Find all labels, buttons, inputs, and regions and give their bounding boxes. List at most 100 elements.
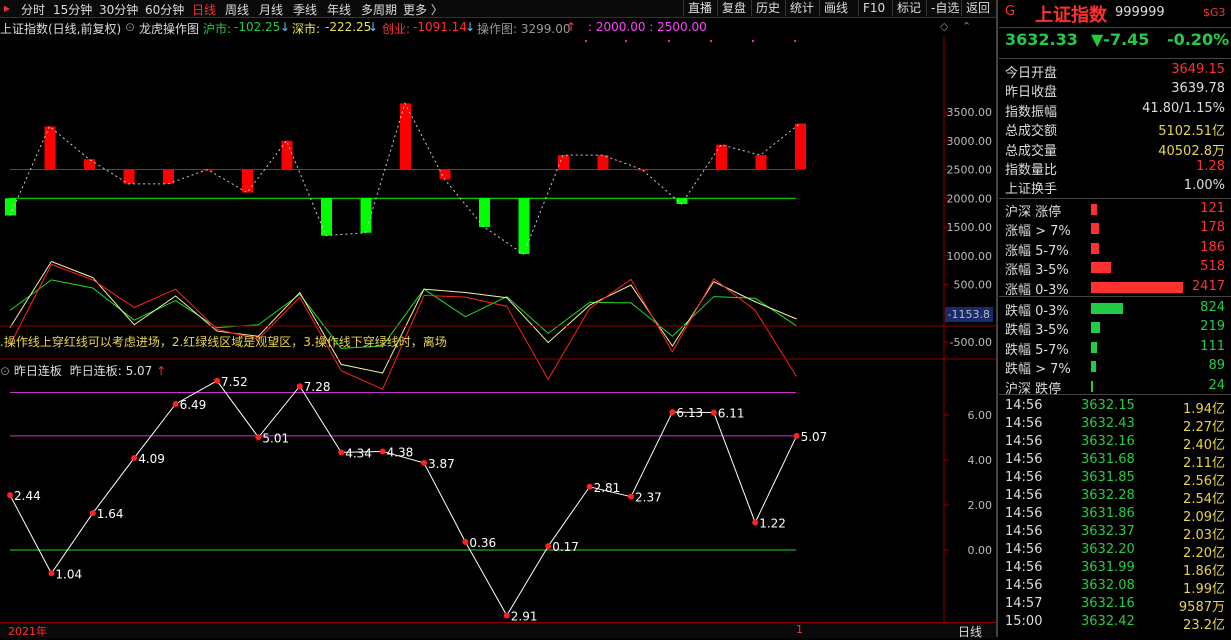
tick-price: 3632.42 [1081, 614, 1135, 629]
mark-button[interactable]: 标记 [892, 0, 925, 16]
settings-icon[interactable]: ⊙ [125, 20, 135, 34]
diamond-icon[interactable]: ◇ [940, 20, 948, 33]
price-change: ▼-7.45 [1091, 30, 1150, 49]
cy-value: -1091.14 [413, 20, 467, 34]
data-label: 1.22 [759, 517, 786, 531]
history-button[interactable]: 历史 [751, 0, 784, 16]
divider [999, 58, 1231, 59]
tick-row[interactable]: 14:56 3632.28 2.54亿 [1005, 488, 1225, 507]
tick-price: 3632.20 [1081, 542, 1135, 557]
breadth-row: 涨幅 3-5% 518 [1005, 258, 1225, 278]
tick-row[interactable]: 14:56 3632.20 2.20亿 [1005, 542, 1225, 561]
tick-time: 14:56 [1005, 560, 1043, 575]
period-multi[interactable]: 多周期 [361, 1, 397, 18]
tick-row[interactable]: 14:56 3631.85 2.56亿 [1005, 470, 1225, 489]
histogram-bar [716, 144, 727, 170]
breadth-row: 沪深 涨停 121 [1005, 200, 1225, 220]
histogram-bar [755, 155, 767, 170]
stats-button[interactable]: 统计 [785, 0, 818, 16]
breadth-bar [1091, 223, 1099, 235]
tick-row[interactable]: 14:56 3632.16 2.40亿 [1005, 434, 1225, 453]
tick-row[interactable]: 14:56 3632.08 1.99亿 [1005, 578, 1225, 597]
tick-amount: 2.11亿 [1183, 456, 1225, 471]
tick-row[interactable]: 14:56 3631.86 2.09亿 [1005, 506, 1225, 525]
tick-amount: 1.94亿 [1183, 402, 1225, 417]
settings-icon[interactable]: ⊙ [0, 364, 10, 378]
tick-row[interactable]: 14:56 3631.68 2.11亿 [1005, 452, 1225, 471]
tick-time: 15:00 [1005, 614, 1043, 629]
axis-tick-label: 1000.00 [947, 250, 993, 263]
tick-time: 14:56 [1005, 578, 1043, 593]
period-more[interactable]: 更多 〉 [403, 1, 443, 18]
stat-label: 上证换手 [1005, 182, 1058, 198]
breadth-value: 24 [1208, 377, 1225, 393]
indicator-name[interactable]: 龙虎操作图 [139, 20, 199, 37]
period-weekly[interactable]: 周线 [225, 1, 249, 18]
data-point [545, 543, 552, 550]
stat-label: 今日开盘 [1005, 66, 1058, 81]
period-daily[interactable]: 日线 [192, 1, 216, 18]
index-icon: G [1005, 4, 1016, 19]
breadth-bar [1091, 262, 1111, 274]
tick-row[interactable]: 14:57 3632.16 9587万 [1005, 596, 1225, 615]
axis-tick-label: 500.00 [954, 279, 993, 292]
lower-value-label: 昨日连板: 5.07 [69, 364, 153, 378]
index-code: 999999 [1115, 5, 1165, 20]
breadth-value: 178 [1200, 220, 1225, 236]
breadth-label: 跌幅 0-3% [1005, 304, 1069, 319]
histogram-bar [242, 169, 253, 193]
quote-stat-row: 指数量比 1.28 [1005, 158, 1225, 178]
tick-amount: 2.56亿 [1183, 474, 1225, 489]
f10-button[interactable]: F10 [858, 0, 889, 16]
data-label: 6.11 [718, 407, 745, 421]
breadth-label: 跌幅 > 7% [1005, 362, 1071, 378]
histogram-bar [479, 198, 490, 227]
histogram-bar [795, 123, 806, 170]
breadth-label: 跌幅 5-7% [1005, 342, 1069, 358]
tick-row[interactable]: 14:56 3631.99 1.86亿 [1005, 560, 1225, 579]
live-button[interactable]: 直播 [683, 0, 716, 16]
period-15min[interactable]: 15分钟 [53, 1, 92, 18]
histogram-bar [558, 155, 569, 170]
breadth-row: 跌幅 3-5% 219 [1005, 318, 1225, 338]
period-monthly[interactable]: 月线 [259, 1, 283, 18]
draw-button[interactable]: 画线 [819, 0, 852, 16]
tick-price: 3631.86 [1081, 506, 1135, 521]
breadth-label: 涨幅 0-3% [1005, 282, 1069, 298]
stat-label: 昨日收盘 [1005, 85, 1058, 101]
replay-button[interactable]: 复盘 [717, 0, 750, 16]
data-point [503, 612, 510, 619]
data-label: 5.07 [801, 430, 828, 444]
period-quarterly[interactable]: 季线 [293, 1, 317, 18]
menu-arrow-icon[interactable]: ▸ [4, 1, 10, 15]
period-yearly[interactable]: 年线 [327, 1, 351, 18]
histogram-bar [360, 198, 372, 233]
breadth-value: 111 [1200, 338, 1225, 354]
divider [999, 198, 1231, 199]
back-button[interactable]: 返回 [961, 0, 994, 16]
period-60min[interactable]: 60分钟 [145, 1, 184, 18]
divider [999, 296, 1231, 297]
period-30min[interactable]: 30分钟 [99, 1, 138, 18]
tick-row[interactable]: 14:56 3632.37 2.03亿 [1005, 524, 1225, 543]
lower-title[interactable]: 昨日连板 [14, 364, 62, 378]
breadth-bar [1091, 322, 1100, 334]
chart-title: 上证指数(日线,前复权) [0, 22, 122, 36]
lines-label: : 2000.00 : 2500.00 [588, 20, 707, 34]
tick-row[interactable]: 14:56 3632.15 1.94亿 [1005, 398, 1225, 417]
mode-label[interactable]: 日线 [958, 623, 982, 640]
period-fenshi[interactable]: 分时 [21, 1, 45, 18]
data-point [669, 409, 676, 416]
tick-price: 3632.08 [1081, 578, 1135, 593]
tick-row[interactable]: 14:56 3632.43 2.27亿 [1005, 416, 1225, 435]
chevron-up-icon[interactable]: ⌃ [962, 20, 971, 33]
histogram-bar [202, 169, 214, 171]
divider [999, 27, 1231, 28]
tick-row[interactable]: 15:00 3632.42 23.2亿 [1005, 614, 1225, 633]
breadth-value: 219 [1200, 319, 1225, 335]
tick-amount: 2.09亿 [1183, 510, 1225, 525]
breadth-value: 518 [1200, 259, 1225, 275]
stat-label: 总成交额 [1005, 124, 1058, 140]
remove-watchlist-button[interactable]: -自选 [926, 0, 963, 16]
panel-divider[interactable] [996, 0, 998, 637]
